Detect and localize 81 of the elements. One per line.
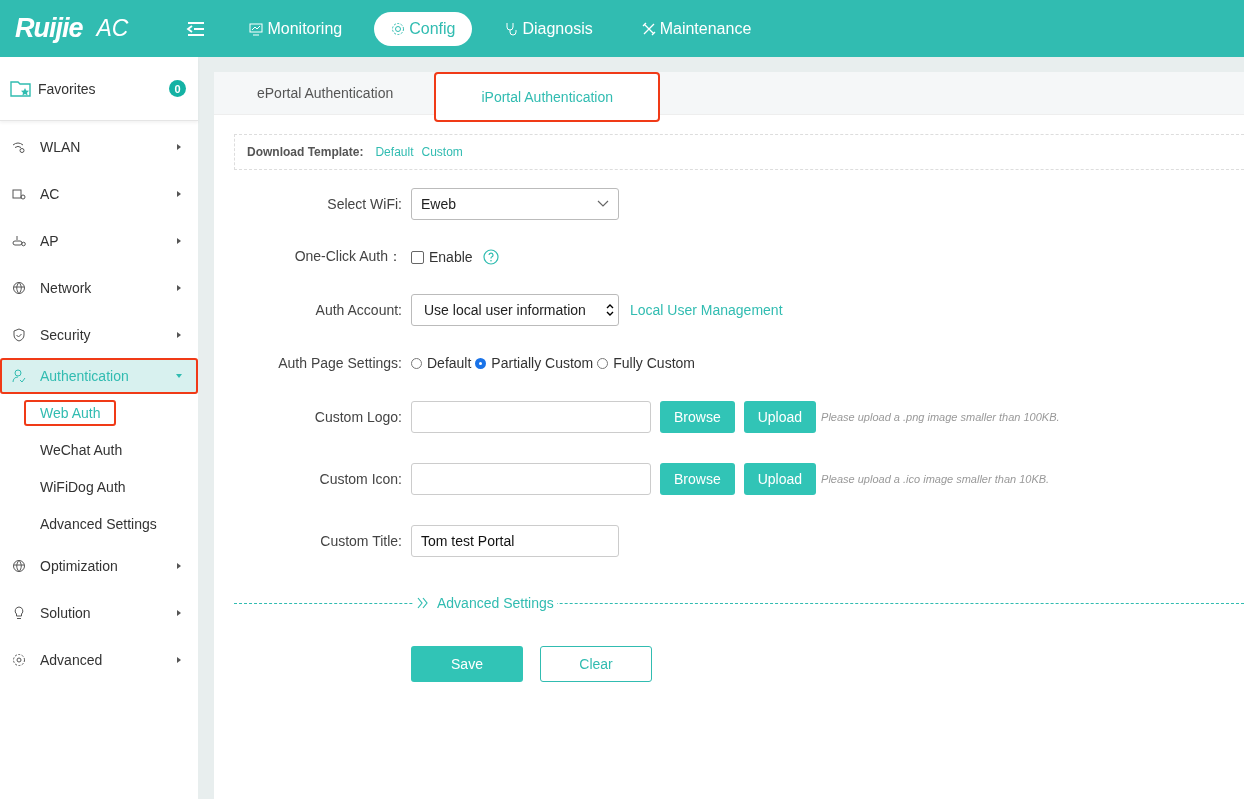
advanced-settings-toggle[interactable]: Advanced Settings <box>414 595 557 611</box>
logo: Ruijie <box>15 13 83 44</box>
sidebar-submenu-item[interactable]: WeChat Auth <box>24 436 139 463</box>
template-label: Download Template: <box>247 145 364 159</box>
caret-icon <box>176 331 182 338</box>
upload-hint: Please upload a .ico image smaller than 10KB. <box>821 473 1050 485</box>
double-chevron-icon <box>417 597 429 609</box>
updown-arrows-icon <box>606 304 614 316</box>
file-button[interactable]: Browse <box>660 463 735 495</box>
caret-icon <box>176 237 182 244</box>
caret-icon <box>176 190 182 197</box>
upload-hint: Please upload a .png image smaller than 100KB. <box>821 411 1060 423</box>
select-field[interactable]: Eweb <box>411 188 619 220</box>
user-check-icon <box>12 369 26 383</box>
chevron-down-icon <box>597 200 609 208</box>
checkbox-label: Enable <box>429 249 473 265</box>
field-label: Auth Account: <box>314 302 403 318</box>
device-gear-icon <box>12 186 26 201</box>
field-label: Custom Icon: <box>318 471 403 487</box>
globe-leaf-icon <box>12 558 26 573</box>
globe-icon <box>12 280 26 295</box>
caret-icon <box>176 284 182 291</box>
file-button[interactable]: Upload <box>743 401 817 433</box>
field-label: Select WiFi: <box>326 196 403 212</box>
caret-icon <box>176 656 182 663</box>
field-label: Custom Title: <box>319 533 403 549</box>
sidebar-menu-item[interactable]: Optimization <box>0 542 198 589</box>
sidebar-menu-item[interactable]: Security <box>0 311 198 358</box>
template-link[interactable]: Default <box>375 145 414 159</box>
gear-icon <box>12 652 26 667</box>
local-user-management-link[interactable]: Local User Management <box>630 302 783 318</box>
favorites-label[interactable]: Favorites <box>38 80 163 97</box>
tab[interactable]: ePortal Authentication <box>216 72 435 114</box>
nav-tab[interactable]: Config <box>374 11 473 46</box>
sidebar-submenu-item[interactable]: Advanced Settings <box>24 510 173 537</box>
action-button[interactable]: Clear <box>540 646 652 682</box>
radio-label: Default <box>427 355 472 371</box>
radio-label: Fully Custom <box>613 355 695 371</box>
sidebar-menu-item[interactable]: WLAN <box>0 123 198 170</box>
file-path-field[interactable] <box>411 463 651 495</box>
sidebar-menu-item[interactable]: Advanced <box>0 636 198 683</box>
nav-tab[interactable]: Diagnosis <box>487 11 610 46</box>
nav-tab[interactable]: Monitoring <box>232 11 360 46</box>
file-button[interactable]: Upload <box>743 463 817 495</box>
nav-tab[interactable]: Maintenance <box>624 11 769 46</box>
shield-icon <box>12 327 26 342</box>
field-label: One-Click Auth： <box>293 248 403 266</box>
template-link[interactable]: Custom <box>421 145 463 159</box>
caret-icon <box>176 143 182 150</box>
caret-icon <box>176 373 182 379</box>
select-field[interactable]: Use local user information <box>411 294 619 326</box>
tab[interactable]: iPortal Authentication <box>434 72 661 122</box>
help-icon[interactable] <box>482 249 499 265</box>
bulb-icon <box>12 605 26 620</box>
product-name: AC <box>96 15 129 42</box>
title-input-field[interactable]: Tom test Portal <box>411 525 619 557</box>
file-path-field[interactable] <box>411 401 651 433</box>
sidebar-menu-item[interactable]: Network <box>0 264 198 311</box>
field-label: Auth Page Settings: <box>277 355 403 371</box>
checkbox[interactable] <box>411 250 424 264</box>
stethoscope-icon <box>504 21 519 36</box>
sidebar-submenu-item[interactable]: WiFiDog Auth <box>24 473 142 500</box>
caret-icon <box>176 562 182 569</box>
menu-collapse-icon[interactable] <box>186 20 207 37</box>
gear-icon <box>391 21 406 36</box>
sidebar-menu-item[interactable]: AC <box>0 170 198 217</box>
router-gear-icon <box>12 233 26 248</box>
tools-icon <box>641 21 656 36</box>
caret-icon <box>176 609 182 616</box>
sidebar-submenu-item[interactable]: Web Auth <box>24 399 117 426</box>
file-button[interactable]: Browse <box>660 401 735 433</box>
sidebar-menu-item[interactable]: AP <box>0 217 198 264</box>
radio-label: Partially Custom <box>491 355 594 371</box>
sidebar-menu-item[interactable]: Authentication <box>0 358 198 394</box>
sidebar-menu-item[interactable]: Solution <box>0 589 198 636</box>
action-button[interactable]: Save <box>411 646 523 682</box>
monitor-icon <box>249 21 264 36</box>
favorites-count-badge: 0 <box>169 80 186 97</box>
folder-star-icon <box>10 79 32 98</box>
field-label: Custom Logo: <box>313 409 403 425</box>
radio-button[interactable] <box>475 357 487 369</box>
